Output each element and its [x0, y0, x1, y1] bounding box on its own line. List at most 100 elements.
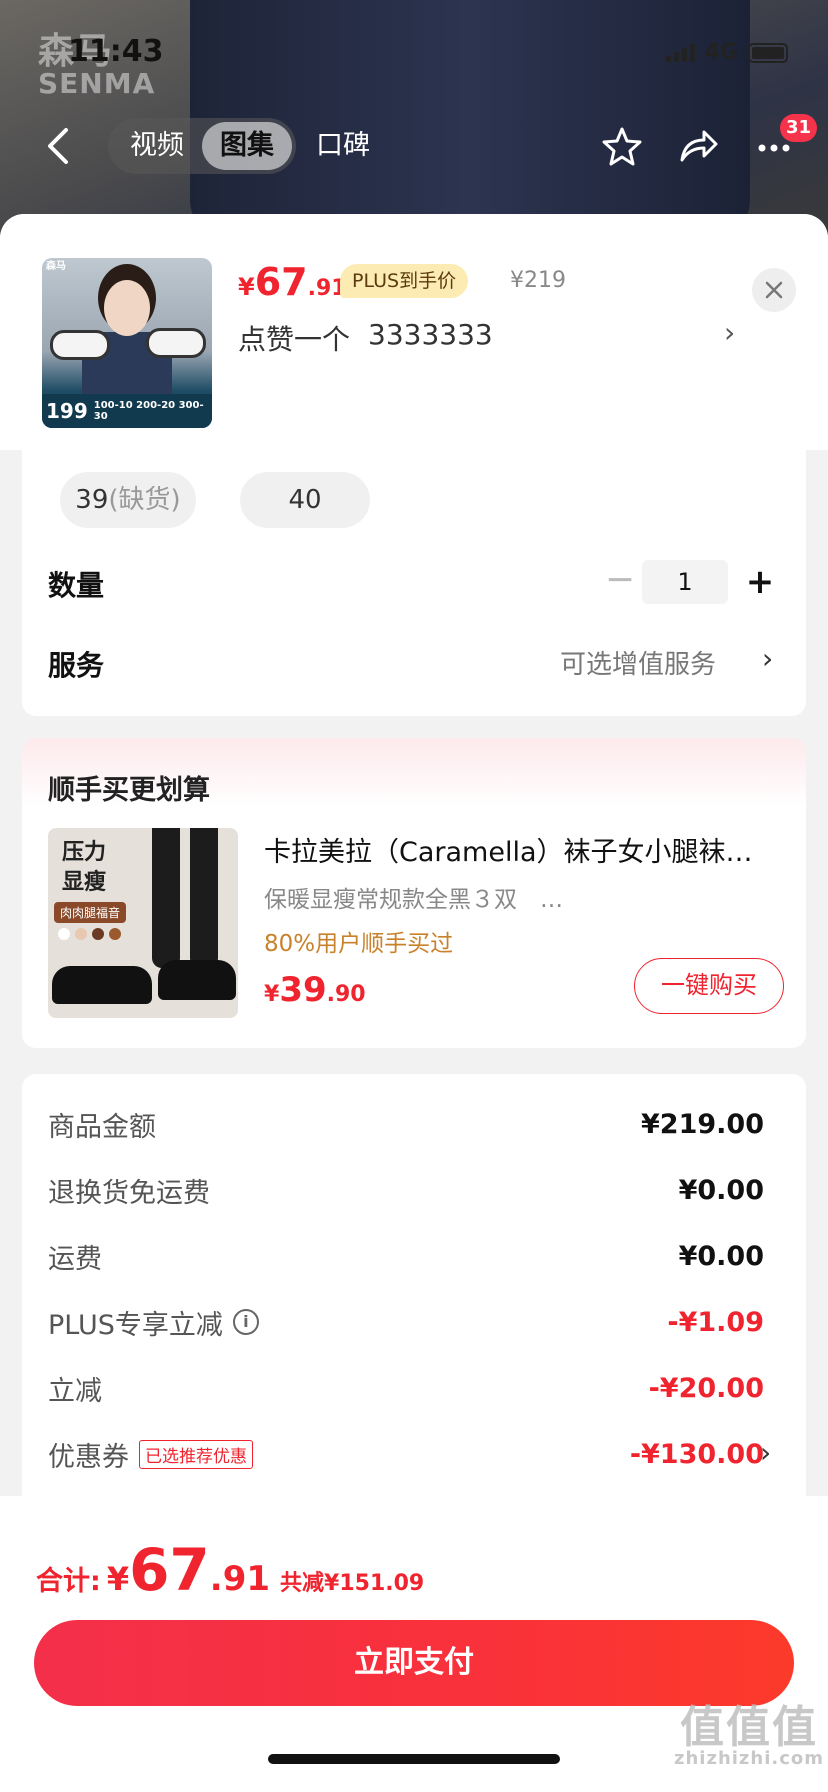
- addon-card: 顺手买更划算 压力 显瘦 肉肉腿福音 卡拉美拉（Caramella）袜子女小腿袜…: [22, 738, 806, 1048]
- product-price: ¥ 67 .91: [238, 260, 347, 304]
- thumb-leg-right: [190, 828, 218, 968]
- variant-name: 点赞一个: [238, 323, 351, 356]
- addon-buy-stat: 80%用户顺手买过: [264, 931, 454, 957]
- top-nav: 视频 图集 口碑: [0, 118, 828, 174]
- chevron-right-icon[interactable]: ›: [724, 316, 735, 349]
- summary-label: 商品金额: [48, 1111, 156, 1143]
- thumb-promo-price: 199: [46, 399, 88, 423]
- watermark: 值值值 zhizhizhi.com: [674, 1706, 824, 1768]
- close-button[interactable]: [752, 268, 796, 312]
- quantity-label: 数量: [48, 569, 105, 602]
- star-icon[interactable]: [600, 124, 644, 168]
- summary-row-coupon[interactable]: 优惠券 已选推荐优惠 -¥130.00: [48, 1434, 764, 1474]
- summary-row-shipping: 运费 ¥0.00: [48, 1236, 764, 1276]
- quantity-increase-button[interactable]: +: [740, 560, 780, 604]
- product-header: 森马 199 100-10 200-20 300-30 ¥ 67 .91 PLU…: [0, 214, 828, 450]
- media-tabs: 视频 图集: [108, 118, 296, 174]
- share-arrow-icon: [680, 130, 718, 162]
- watermark-en: zhizhizhi.com: [674, 1748, 825, 1769]
- total-price: 合计: ¥ 67 .91 共减¥151.09: [36, 1536, 424, 1604]
- total-decimal: .91: [209, 1559, 271, 1599]
- summary-label: 立减: [48, 1375, 102, 1407]
- summary-value: ¥0.00: [678, 1174, 764, 1206]
- thumb-headline: 压力 显瘦: [62, 840, 107, 895]
- thumb-logo: 森马: [46, 261, 66, 272]
- thumb-leg-left: [152, 828, 180, 968]
- color-swatches: [58, 928, 121, 940]
- close-icon: [765, 281, 783, 299]
- status-time: 11:43: [68, 34, 164, 69]
- size-option-39[interactable]: 39(缺货): [60, 472, 196, 528]
- info-icon[interactable]: i: [232, 1309, 259, 1335]
- tab-gallery[interactable]: 图集: [202, 122, 292, 170]
- chevron-right-icon[interactable]: ›: [760, 1436, 771, 1469]
- total-saved: 共减¥151.09: [280, 1571, 425, 1596]
- service-label: 服务: [48, 649, 105, 682]
- pay-now-button[interactable]: 立即支付: [34, 1620, 794, 1706]
- summary-label: 退换货免运费: [48, 1177, 210, 1209]
- thumb-shoe-right: [146, 328, 206, 358]
- battery-icon: [748, 42, 788, 63]
- thumb-model-face: [104, 280, 150, 336]
- size-option-40[interactable]: 40: [240, 472, 370, 528]
- favorite-star-icon: [602, 127, 642, 166]
- plus-price-tag: PLUS到手价: [340, 264, 469, 298]
- addon-price: ¥ 39 .90: [264, 970, 366, 1010]
- summary-label: PLUS专享立减 i: [48, 1303, 259, 1342]
- quantity-input[interactable]: 1: [642, 560, 728, 604]
- thumb-shoe-left: [50, 330, 110, 360]
- quantity-decrease-button[interactable]: −: [600, 562, 640, 602]
- summary-value: -¥130.00: [629, 1438, 764, 1470]
- back-button[interactable]: [38, 124, 82, 168]
- summary-label-text: PLUS专享立减: [48, 1309, 223, 1341]
- service-option[interactable]: 可选增值服务: [560, 644, 716, 681]
- summary-label: 优惠券 已选推荐优惠: [48, 1435, 253, 1474]
- signal-icon: [665, 43, 695, 62]
- addon-section-title: 顺手买更划算: [48, 775, 210, 806]
- price-currency: ¥: [264, 982, 280, 1007]
- coupon-tag: 已选推荐优惠: [139, 1439, 253, 1469]
- summary-value: ¥0.00: [678, 1240, 764, 1272]
- chevron-left-icon: [48, 128, 68, 164]
- price-decimal: .90: [326, 982, 366, 1007]
- size-label: 39: [75, 485, 109, 515]
- one-click-buy-button[interactable]: 一键购买: [634, 958, 784, 1014]
- selected-variant[interactable]: 点赞一个 3333333: [238, 318, 493, 358]
- summary-label: 运费: [48, 1243, 102, 1275]
- tab-video[interactable]: 视频: [112, 122, 202, 170]
- price-integer: 39: [279, 970, 327, 1010]
- out-of-stock-note: (缺货): [108, 485, 181, 515]
- total-integer: 67: [129, 1536, 210, 1604]
- thumb-promo-deals: 100-10 200-20 300-30: [93, 400, 204, 422]
- summary-row-subtotal: 商品金额 ¥219.00: [48, 1104, 764, 1144]
- notification-badge: 31: [780, 114, 818, 142]
- home-indicator[interactable]: [268, 1754, 560, 1764]
- summary-row-plus-discount: PLUS专享立减 i -¥1.09: [48, 1302, 764, 1342]
- total-label: 合计:: [36, 1566, 101, 1597]
- summary-value: ¥219.00: [641, 1108, 764, 1140]
- thumb-promo-bar: 199 100-10 200-20 300-30: [42, 394, 212, 428]
- thumb-shoe-right: [158, 960, 236, 1000]
- original-price: ¥219: [510, 268, 566, 293]
- summary-value: -¥1.09: [667, 1306, 764, 1338]
- status-icons: 4G: [665, 40, 788, 65]
- chevron-right-icon[interactable]: ›: [762, 642, 773, 675]
- thumb-shoe-left: [52, 966, 152, 1004]
- options-card: 39(缺货) 40 数量 − 1 + 服务 可选增值服务 ›: [22, 450, 806, 716]
- addon-product-desc: 保暖显瘦常规款全黑３双 …: [264, 887, 563, 913]
- product-thumbnail[interactable]: 森马 199 100-10 200-20 300-30: [42, 258, 212, 428]
- share-icon[interactable]: [676, 124, 720, 168]
- price-currency: ¥: [238, 273, 255, 301]
- watermark-cn: 值值值: [680, 1702, 818, 1753]
- summary-row-discount: 立减 -¥20.00: [48, 1368, 764, 1408]
- brand-logo-en: SENMA: [38, 67, 156, 100]
- variant-value: 3333333: [368, 318, 493, 351]
- network-type: 4G: [704, 40, 738, 65]
- price-summary-card: 商品金额 ¥219.00 退换货免运费 ¥0.00 运费 ¥0.00 PLUS专…: [22, 1074, 806, 1524]
- size-label: 40: [288, 485, 322, 515]
- thumb-tag: 肉肉腿福音: [54, 902, 127, 923]
- summary-value: -¥20.00: [648, 1372, 764, 1404]
- tab-reviews[interactable]: 口碑: [316, 118, 370, 174]
- addon-product-name[interactable]: 卡拉美拉（Caramella）袜子女小腿袜…: [264, 830, 784, 869]
- addon-thumbnail[interactable]: 压力 显瘦 肉肉腿福音: [48, 828, 238, 1018]
